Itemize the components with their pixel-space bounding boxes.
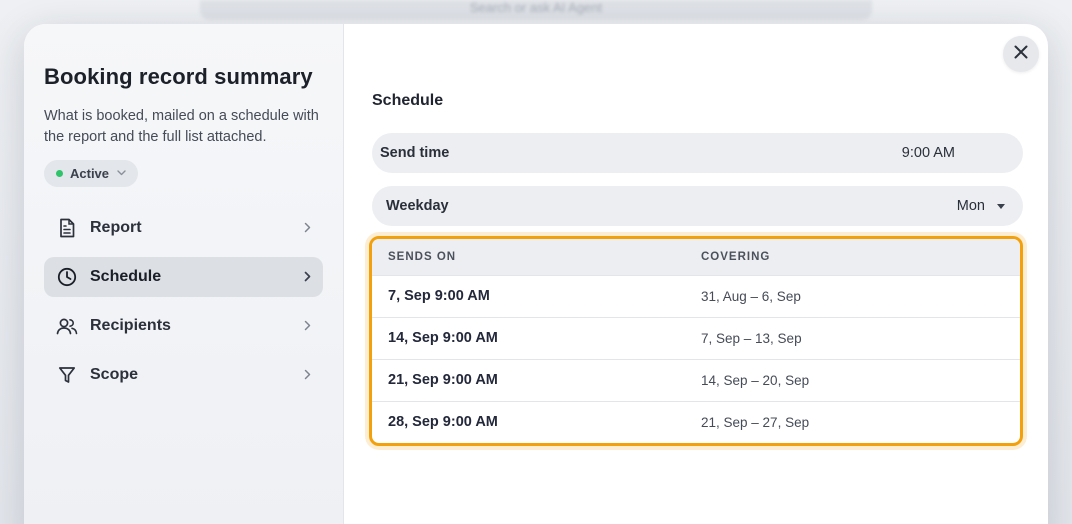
sidebar-item-label: Recipients [90,317,171,334]
users-icon [56,315,78,337]
sends-on-cell: 28, Sep 9:00 AM [372,400,685,443]
chevron-right-icon [304,318,311,334]
send-time-field[interactable]: Send time 9:00 AM [372,133,1023,173]
schedule-panel: Schedule Send time 9:00 AM Weekday Mon S… [344,24,1048,524]
chevron-right-icon [304,269,311,285]
backdrop-search-bar: Search or ask AI Agent [200,0,872,20]
sidebar-nav: Report Schedule Recipients Scope [44,208,323,395]
sidebar-item-label: Scope [90,366,139,383]
sidebar-item-recipients[interactable]: Recipients [44,306,323,346]
weekday-field: Weekday Mon [372,186,1023,226]
table-row: 7, Sep 9:00 AM 31, Aug – 6, Sep [372,274,1020,317]
status-label: Active [70,166,110,181]
table-row: 28, Sep 9:00 AM 21, Sep – 27, Sep [372,400,1020,443]
close-button[interactable] [1003,36,1039,72]
weekday-value: Mon [956,198,985,214]
filter-icon [56,364,78,386]
chevron-right-icon [304,367,311,383]
modal-title: Booking record summary [44,64,313,89]
send-time-label: Send time [380,145,450,161]
sidebar-item-scope[interactable]: Scope [44,355,323,395]
covering-cell: 14, Sep – 20, Sep [685,358,1020,401]
table-row: 21, Sep 9:00 AM 14, Sep – 20, Sep [372,358,1020,401]
status-dropdown[interactable]: Active [44,160,139,187]
covering-cell: 31, Aug – 6, Sep [685,274,1020,317]
weekday-label: Weekday [386,198,449,214]
close-icon [1013,44,1029,65]
column-header-sends-on: SENDS ON [372,239,685,275]
weekday-select[interactable]: Mon [957,198,1005,214]
sidebar-item-label: Schedule [90,268,162,285]
document-icon [56,217,78,239]
caret-down-icon [997,203,1005,209]
sidebar-item-schedule[interactable]: Schedule [44,257,323,297]
sends-on-cell: 21, Sep 9:00 AM [372,358,685,401]
section-title: Schedule [372,92,444,109]
column-header-covering: COVERING [685,239,1020,275]
status-dot-icon [56,170,63,177]
covering-cell: 7, Sep – 13, Sep [685,316,1020,359]
upcoming-sends-table: SENDS ON COVERING 7, Sep 9:00 AM 31, Aug… [369,236,1023,446]
schedule-modal: Booking record summary What is booked, m… [24,24,1048,524]
table-row: 14, Sep 9:00 AM 7, Sep – 13, Sep [372,316,1020,359]
covering-cell: 21, Sep – 27, Sep [685,400,1020,443]
table-header-row: SENDS ON COVERING [372,239,1020,275]
sends-on-cell: 14, Sep 9:00 AM [372,316,685,359]
chevron-right-icon [304,220,311,236]
sidebar-item-label: Report [90,219,142,236]
chevron-down-icon [117,168,126,179]
clock-icon [56,266,78,288]
sends-on-cell: 7, Sep 9:00 AM [372,274,685,317]
send-time-value[interactable]: 9:00 AM [902,145,955,161]
sidebar-item-report[interactable]: Report [44,208,323,248]
modal-sidebar: Booking record summary What is booked, m… [24,24,344,524]
modal-description: What is booked, mailed on a schedule wit… [44,108,319,145]
